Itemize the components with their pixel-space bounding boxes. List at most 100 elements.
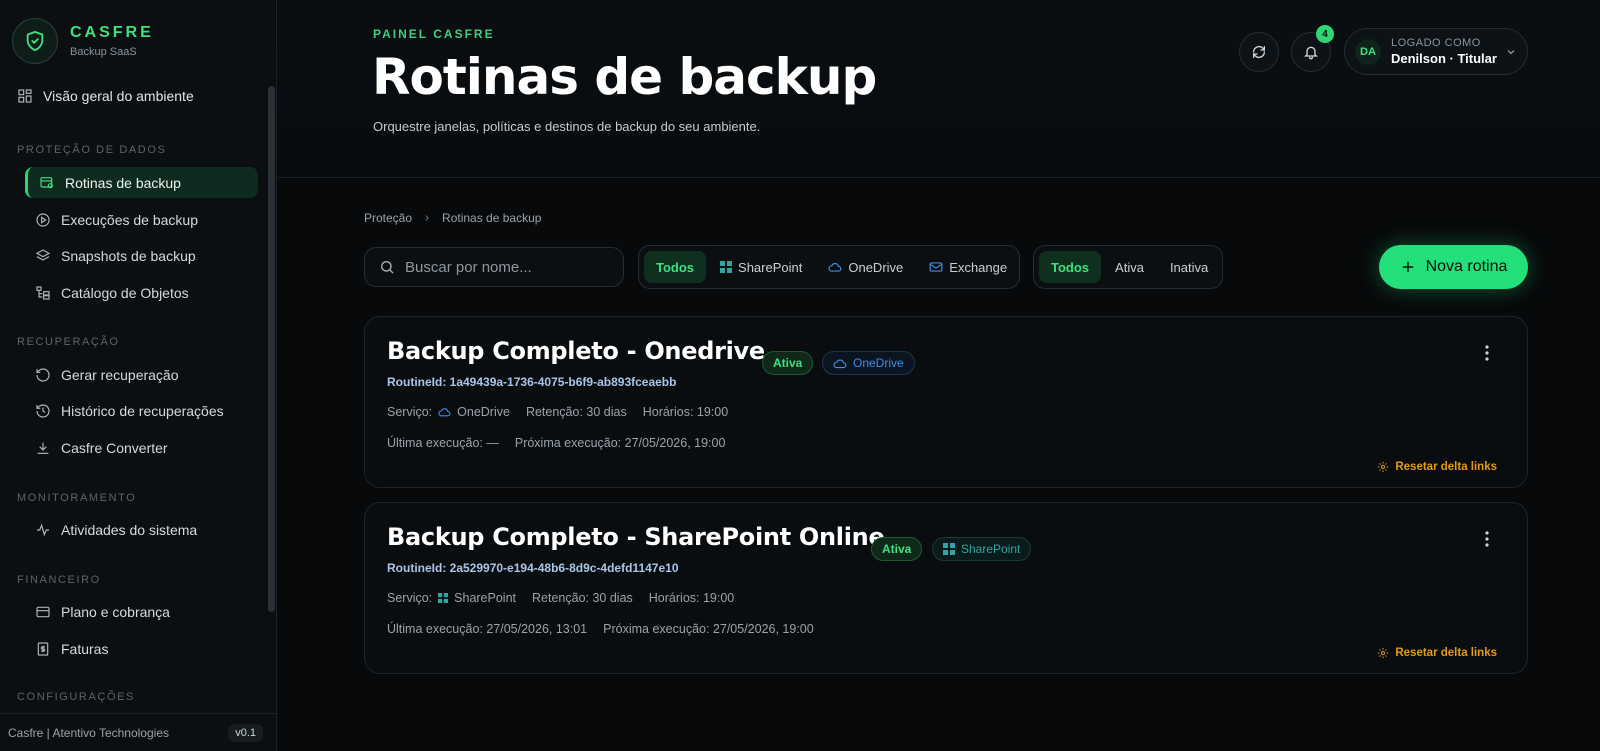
sidebar-item-plan-billing[interactable]: Plano e cobrança [25, 596, 258, 627]
sidebar-section-title: PROTEÇÃO DE DADOS [17, 144, 167, 156]
more-options-button[interactable] [1477, 343, 1497, 363]
sidebar-item-backup-executions[interactable]: Execuções de backup [25, 204, 258, 235]
breadcrumb-item-protection[interactable]: Proteção [364, 211, 412, 225]
page-title: Rotinas de backup [372, 48, 877, 106]
filter-label: OneDrive [848, 259, 904, 275]
sidebar-section-title: MONITORAMENTO [17, 492, 137, 504]
receipt-icon [35, 641, 51, 657]
new-routine-label: Nova rotina [1425, 258, 1508, 275]
sidebar-item-backup-routines[interactable]: Rotinas de backup [25, 167, 258, 198]
user-label: LOGADO COMO [1391, 37, 1481, 49]
routine-card[interactable]: Backup Completo - SharePoint Online Ativ… [364, 502, 1528, 674]
routine-runs: Última execução: 27/05/2026, 13:01 Próxi… [387, 622, 814, 636]
new-routine-button[interactable]: Nova rotina [1379, 245, 1528, 289]
sidebar-item-generate-recovery[interactable]: Gerar recuperação [25, 359, 258, 390]
service-filter-all[interactable]: Todos [644, 251, 707, 283]
filter-label: SharePoint [738, 259, 803, 275]
routine-title: Backup Completo - Onedrive [387, 337, 765, 365]
breadcrumb: Proteção Rotinas de backup [364, 211, 541, 225]
sidebar-item-backup-snapshots[interactable]: Snapshots de backup [25, 240, 258, 271]
service-label: Serviço: [387, 405, 433, 419]
gear-icon [1378, 462, 1389, 472]
brand[interactable]: CASFRE Backup SaaS [12, 18, 154, 64]
chevron-right-icon [425, 215, 429, 221]
dashboard-icon [17, 88, 33, 104]
mail-icon [929, 262, 943, 272]
service-badge-label: OneDrive [853, 356, 904, 370]
service-filter-sharepoint[interactable]: SharePoint [708, 251, 814, 283]
service-badge-label: SharePoint [961, 542, 1021, 556]
service-value: OneDrive [457, 405, 510, 419]
layers-icon [35, 248, 51, 264]
more-options-button[interactable] [1477, 529, 1497, 549]
bell-icon [1304, 46, 1318, 60]
sidebar-item-recovery-history[interactable]: Histórico de recuperações [25, 395, 258, 426]
sharepoint-icon [438, 593, 449, 603]
notifications-button[interactable]: 4 [1291, 25, 1334, 72]
page-kicker: PAINEL CASFRE [373, 27, 495, 41]
filter-label: Todos [656, 259, 695, 275]
status-filter-inactive[interactable]: Inativa [1158, 251, 1220, 283]
routine-id: RoutineId: 2a529970-e194-48b6-8d9c-4defd… [387, 561, 679, 575]
user-menu[interactable]: DA LOGADO COMO Denilson · Titular [1344, 28, 1528, 75]
notification-count-badge: 4 [1316, 25, 1334, 43]
reset-delta-links-button[interactable]: Resetar delta links [1377, 647, 1497, 659]
sidebar-item-object-catalog[interactable]: Catálogo de Objetos [25, 277, 258, 308]
sidebar: CASFRE Backup SaaS Visão geral do ambien… [0, 0, 277, 751]
sidebar-item-label: Plano e cobrança [61, 603, 170, 620]
status-filter: Todos Ativa Inativa [1033, 245, 1223, 289]
sidebar-item-label: Visão geral do ambiente [43, 88, 194, 104]
reset-delta-links-button[interactable]: Resetar delta links [1377, 461, 1497, 473]
sidebar-item-casfre-converter[interactable]: Casfre Converter [25, 432, 258, 463]
service-filter: Todos SharePoint OneDrive Exchange [638, 245, 1020, 289]
rotate-ccw-icon [35, 367, 51, 383]
schedule: Horários: 19:00 [648, 591, 735, 605]
plus-icon [1402, 261, 1413, 273]
search-input[interactable] [405, 258, 605, 276]
credit-card-icon [35, 604, 51, 620]
refresh-button[interactable] [1239, 32, 1279, 72]
routine-id: RoutineId: 1a49439a-1736-4075-b6f9-ab893… [387, 375, 677, 389]
sharepoint-icon [720, 261, 733, 273]
folder-tree-icon [35, 285, 51, 301]
sidebar-item-invoices[interactable]: Faturas [25, 633, 258, 664]
search-box[interactable] [364, 247, 624, 287]
status-filter-active[interactable]: Ativa [1103, 251, 1156, 283]
retention: Retenção: 30 dias [532, 591, 633, 605]
last-run: Última execução: 27/05/2026, 13:01 [387, 622, 588, 636]
gear-icon [1378, 648, 1389, 658]
company-credit: Casfre | Atentivo Technologies [8, 725, 169, 740]
service-badge: SharePoint [932, 537, 1032, 561]
filter-label: Ativa [1115, 259, 1144, 275]
version-badge: v0.1 [228, 723, 263, 742]
service-label: Serviço: [387, 591, 433, 605]
sidebar-item-label: Histórico de recuperações [61, 402, 224, 419]
status-filter-all[interactable]: Todos [1039, 251, 1102, 283]
sidebar-scrollbar[interactable] [268, 86, 275, 612]
service-filter-onedrive[interactable]: OneDrive [816, 251, 915, 283]
brand-subtitle: Backup SaaS [70, 46, 137, 58]
cloud-icon [438, 408, 451, 417]
more-vertical-icon [1485, 345, 1489, 361]
activity-icon [35, 522, 51, 538]
sidebar-item-label: Rotinas de backup [65, 174, 181, 191]
brand-name: CASFRE [70, 24, 154, 41]
sidebar-item-system-activities[interactable]: Atividades do sistema [25, 514, 258, 545]
service-filter-exchange[interactable]: Exchange [917, 251, 1019, 283]
cloud-icon [828, 263, 842, 272]
routine-meta: Serviço: OneDrive Retenção: 30 dias Horá… [387, 405, 728, 419]
routine-card[interactable]: Backup Completo - Onedrive Ativa OneDriv… [364, 316, 1528, 488]
next-run: Próxima execução: 27/05/2026, 19:00 [514, 436, 726, 450]
more-vertical-icon [1485, 531, 1489, 547]
routine-title: Backup Completo - SharePoint Online [387, 523, 885, 551]
sidebar-section-title: FINANCEIRO [17, 574, 101, 586]
sidebar-item-label: Snapshots de backup [61, 247, 196, 264]
schedule: Horários: 19:00 [642, 405, 729, 419]
sidebar-item-overview[interactable]: Visão geral do ambiente [17, 88, 194, 104]
sidebar-item-label: Casfre Converter [61, 439, 168, 456]
search-icon [381, 261, 394, 274]
service-badge: OneDrive [822, 351, 915, 375]
download-icon [35, 440, 51, 456]
last-run: Última execução: — [387, 436, 499, 450]
cloud-icon [833, 359, 847, 368]
